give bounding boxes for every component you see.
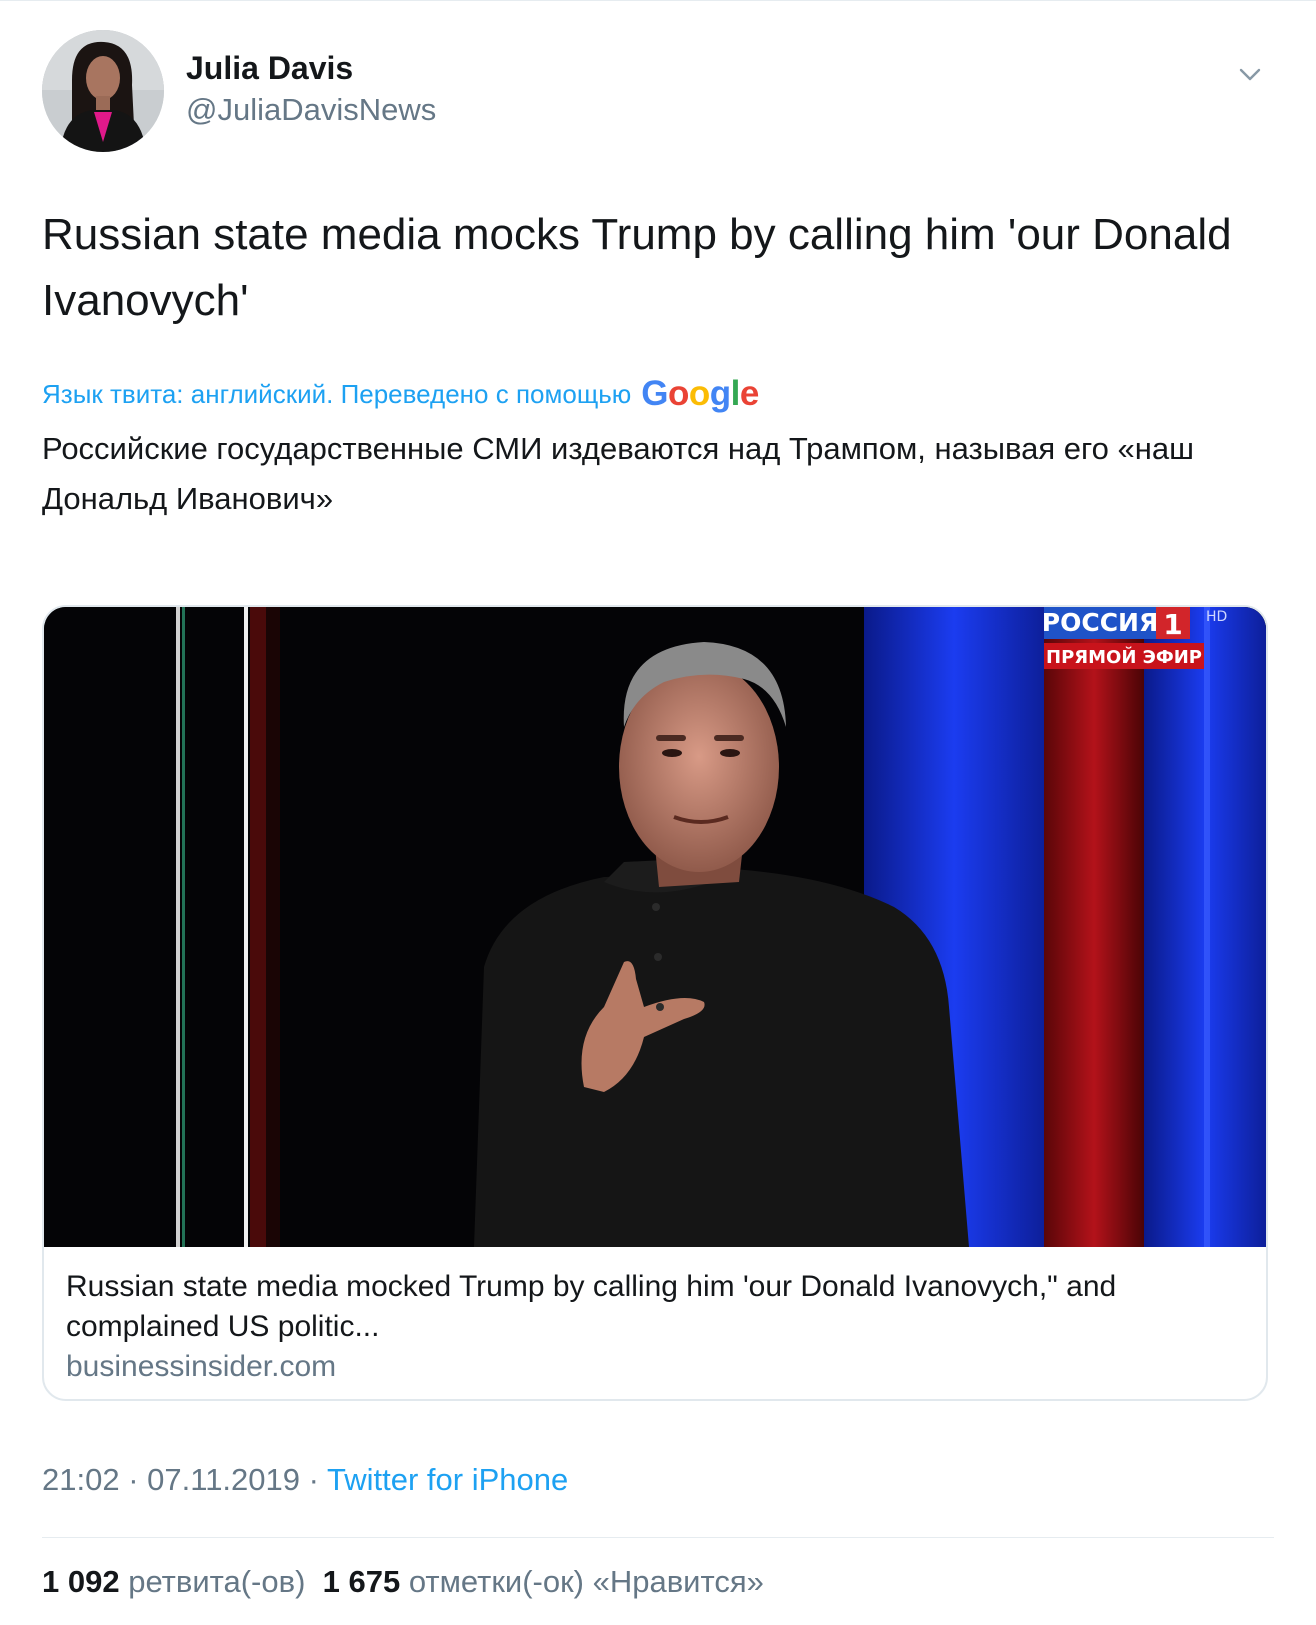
card-title: Russian state media mocked Trump by call… <box>66 1270 1117 1343</box>
chevron-down-icon[interactable] <box>1236 60 1264 88</box>
likes-label: отметки(-ок) «Нравится» <box>408 1564 764 1599</box>
card-image: РОССИЯ 1 HD ПРЯМОЙ ЭФИР <box>44 607 1266 1247</box>
tweet-header: Julia Davis @JuliaDavisNews <box>42 30 1274 154</box>
channel-number: 1 <box>1163 608 1182 641</box>
translation-notice-text[interactable]: Язык твита: английский. Переведено с пом… <box>42 379 631 410</box>
avatar-photo <box>42 30 164 152</box>
tweet-meta: 21:02 · 07.11.2019 · Twitter for iPhone <box>42 1460 568 1500</box>
author-handle[interactable]: @JuliaDavisNews <box>186 90 436 130</box>
hd-label: HD <box>1206 609 1227 625</box>
live-label: ПРЯМОЙ ЭФИР <box>1046 646 1202 668</box>
tweet-text: Russian state media mocks Trump by calli… <box>42 210 1232 325</box>
link-card[interactable]: РОССИЯ 1 HD ПРЯМОЙ ЭФИР Russian state me… <box>42 605 1268 1401</box>
likes-count: 1 675 <box>322 1564 401 1599</box>
meta-separator: · <box>308 1462 319 1497</box>
stats-divider <box>42 1537 1274 1538</box>
meta-separator: · <box>128 1462 139 1497</box>
translated-text: Российские государственные СМИ издеваютс… <box>42 431 1194 516</box>
tweet-time[interactable]: 21:02 <box>42 1462 120 1497</box>
top-divider <box>0 0 1316 1</box>
tweet-date[interactable]: 07.11.2019 <box>147 1462 300 1497</box>
retweets-stat[interactable]: 1 092 ретвита(-ов) <box>42 1564 305 1599</box>
card-domain: businessinsider.com <box>66 1350 337 1383</box>
translation-notice: Язык твита: английский. Переведено с пом… <box>42 370 1272 418</box>
retweets-label: ретвита(-ов) <box>128 1564 306 1599</box>
tweet-source-link[interactable]: Twitter for iPhone <box>327 1462 568 1497</box>
likes-stat[interactable]: 1 675 отметки(-ок) «Нравится» <box>323 1564 764 1599</box>
tweet-stats: 1 092 ретвита(-ов) 1 675 отметки(-ок) «Н… <box>42 1562 764 1602</box>
retweets-count: 1 092 <box>42 1564 120 1599</box>
google-logo: Google <box>641 374 759 413</box>
avatar[interactable] <box>42 30 164 152</box>
channel-name: РОССИЯ <box>1042 608 1158 637</box>
author-display-name[interactable]: Julia Davis <box>186 48 436 88</box>
